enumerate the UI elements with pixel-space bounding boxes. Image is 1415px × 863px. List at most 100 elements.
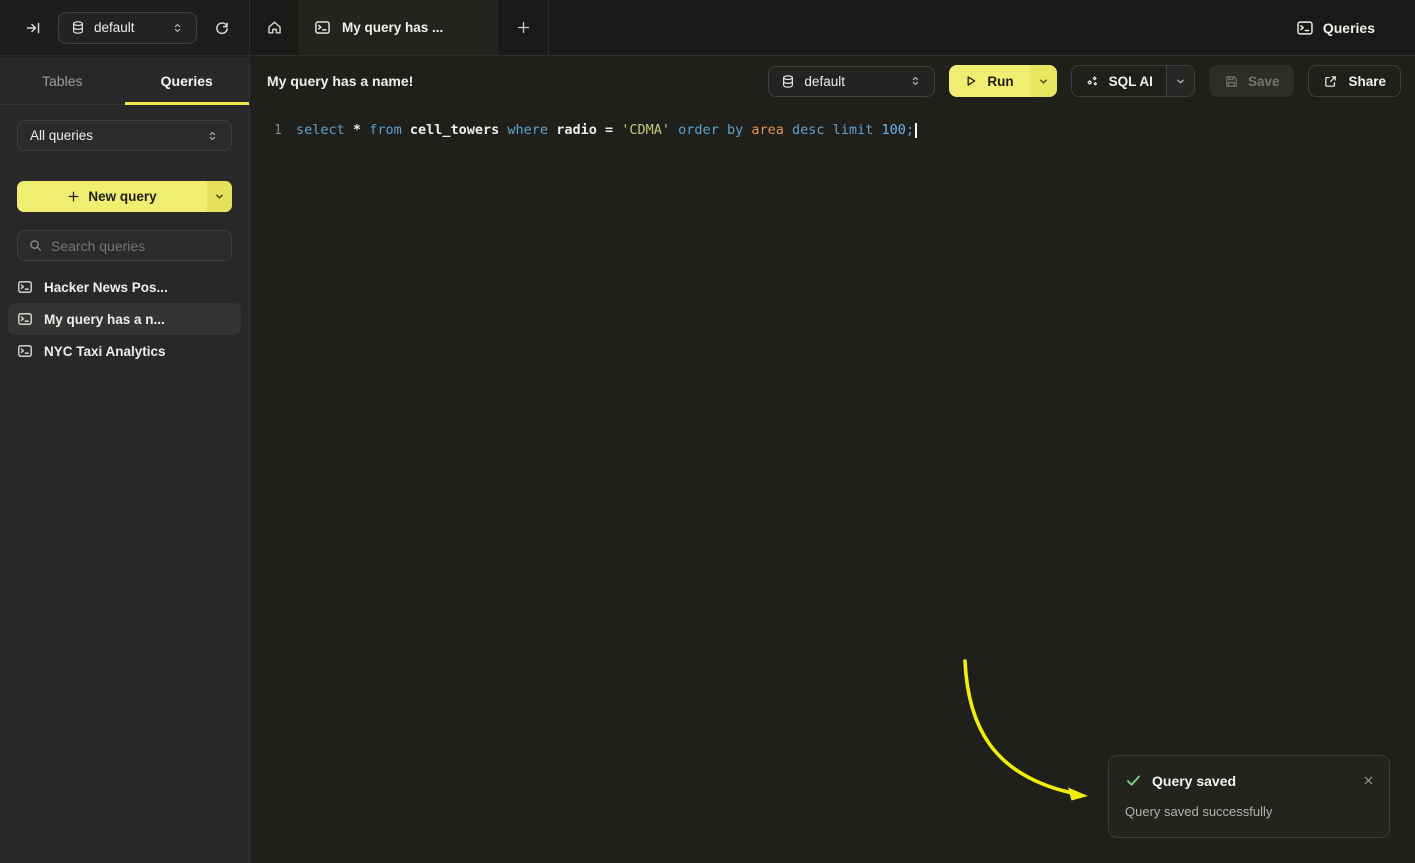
sql-token: 100 [881, 122, 905, 138]
toast-close-button[interactable] [1362, 774, 1375, 787]
check-icon [1125, 772, 1142, 789]
sql-token: * [353, 122, 361, 138]
sidebar-tabs: Tables Queries [0, 57, 249, 105]
search-icon [28, 238, 43, 253]
sql-token [548, 122, 556, 138]
share-button[interactable]: Share [1308, 65, 1401, 97]
new-tab-button[interactable] [498, 0, 548, 55]
save-button[interactable]: Save [1209, 65, 1295, 97]
sql-ai-label: SQL AI [1109, 74, 1153, 89]
sql-ai-dropdown-button[interactable] [1166, 66, 1194, 96]
main-area: My query has a name! default [251, 57, 1415, 863]
sidebar-tab-tables[interactable]: Tables [0, 57, 125, 104]
sql-token [825, 122, 833, 138]
refresh-button[interactable] [207, 13, 237, 43]
query-list-item-hacker-news[interactable]: Hacker News Pos... [8, 271, 241, 303]
run-label: Run [987, 74, 1013, 89]
plus-icon [516, 20, 531, 35]
database-icon [781, 74, 795, 89]
chevron-down-icon [214, 191, 225, 202]
connection-select[interactable]: default [58, 12, 197, 44]
sidebar-tab-queries[interactable]: Queries [125, 57, 250, 104]
terminal-icon [17, 343, 33, 359]
sidebar-collapse-button[interactable] [18, 13, 48, 43]
sql-token [784, 122, 792, 138]
sparkles-icon [1085, 74, 1100, 89]
chevron-updown-icon [909, 74, 922, 88]
tab-my-query[interactable]: My query has ... [298, 0, 498, 55]
sql-token: = [605, 122, 613, 138]
editor-actions: default Run [768, 65, 1401, 97]
close-icon [1362, 774, 1375, 787]
new-query-label: New query [88, 189, 156, 204]
sql-token: 'CDMA' [621, 122, 670, 138]
query-list: Hacker News Pos... My query has a n... N… [0, 271, 249, 367]
sql-token [345, 122, 353, 138]
sql-token: radio [556, 122, 597, 138]
query-filter-select[interactable]: All queries [17, 120, 232, 151]
sql-token: desc [792, 122, 825, 138]
sql-token [361, 122, 369, 138]
save-label: Save [1248, 74, 1280, 89]
sql-token: limit [833, 122, 874, 138]
toast-header: Query saved [1125, 772, 1375, 789]
sql-editor[interactable]: 1 select * from cell_towers where radio … [251, 105, 1415, 141]
home-button[interactable] [250, 0, 298, 55]
plus-icon [67, 190, 80, 203]
toast-query-saved: Query saved Query saved successfully [1108, 755, 1390, 838]
query-list-item-my-query[interactable]: My query has a n... [8, 303, 241, 335]
sql-token: by [727, 122, 743, 138]
sql-token [597, 122, 605, 138]
top-bar: default [0, 0, 1415, 56]
query-filter-value: All queries [30, 128, 206, 143]
sql-token: area [751, 122, 784, 138]
code-line-tokens: select * from cell_towers where radio = … [296, 122, 914, 138]
text-cursor [915, 123, 917, 138]
query-item-label: NYC Taxi Analytics [44, 344, 166, 359]
toast-message: Query saved successfully [1125, 804, 1375, 819]
search-queries-input[interactable] [51, 238, 221, 254]
query-title[interactable]: My query has a name! [267, 73, 413, 89]
share-label: Share [1348, 74, 1386, 89]
save-icon [1224, 74, 1239, 89]
toast-title: Query saved [1152, 773, 1352, 789]
chevron-down-icon [1038, 76, 1049, 87]
new-query-dropdown-button[interactable] [207, 181, 232, 212]
database-select[interactable]: default [768, 66, 935, 97]
sql-token: where [507, 122, 548, 138]
queries-header: Queries [1296, 0, 1415, 55]
chevron-down-icon [1175, 76, 1186, 87]
sql-token: order [678, 122, 719, 138]
terminal-icon [17, 279, 33, 295]
connection-select-value: default [94, 20, 162, 35]
tab-bar: My query has ... Queries [250, 0, 1415, 55]
new-query-button[interactable]: New query [17, 181, 207, 212]
new-query-split-button: New query [17, 181, 232, 212]
top-bar-left: default [0, 0, 250, 55]
sql-token: select [296, 122, 345, 138]
run-button[interactable]: Run [949, 65, 1029, 97]
search-queries-box [17, 230, 232, 261]
refresh-icon [214, 20, 230, 36]
editor-header: My query has a name! default [251, 57, 1415, 105]
sidebar: Tables Queries All queries New query [0, 57, 250, 863]
chevron-updown-icon [171, 21, 184, 35]
sql-token [670, 122, 678, 138]
sql-token [402, 122, 410, 138]
tab-bar-separator [548, 0, 549, 55]
queries-header-label: Queries [1323, 20, 1375, 36]
query-item-label: My query has a n... [44, 312, 165, 327]
collapse-icon [25, 20, 41, 36]
database-select-value: default [804, 74, 900, 89]
home-icon [266, 19, 283, 36]
sql-token: from [369, 122, 402, 138]
database-icon [71, 20, 85, 35]
tab-label: My query has ... [342, 20, 443, 35]
share-icon [1323, 74, 1338, 89]
query-list-item-nyc-taxi[interactable]: NYC Taxi Analytics [8, 335, 241, 367]
terminal-icon [314, 19, 331, 36]
sql-ai-split-button: SQL AI [1071, 65, 1195, 97]
run-dropdown-button[interactable] [1030, 65, 1057, 97]
line-number: 1 [259, 122, 282, 138]
sql-ai-button[interactable]: SQL AI [1072, 66, 1166, 96]
